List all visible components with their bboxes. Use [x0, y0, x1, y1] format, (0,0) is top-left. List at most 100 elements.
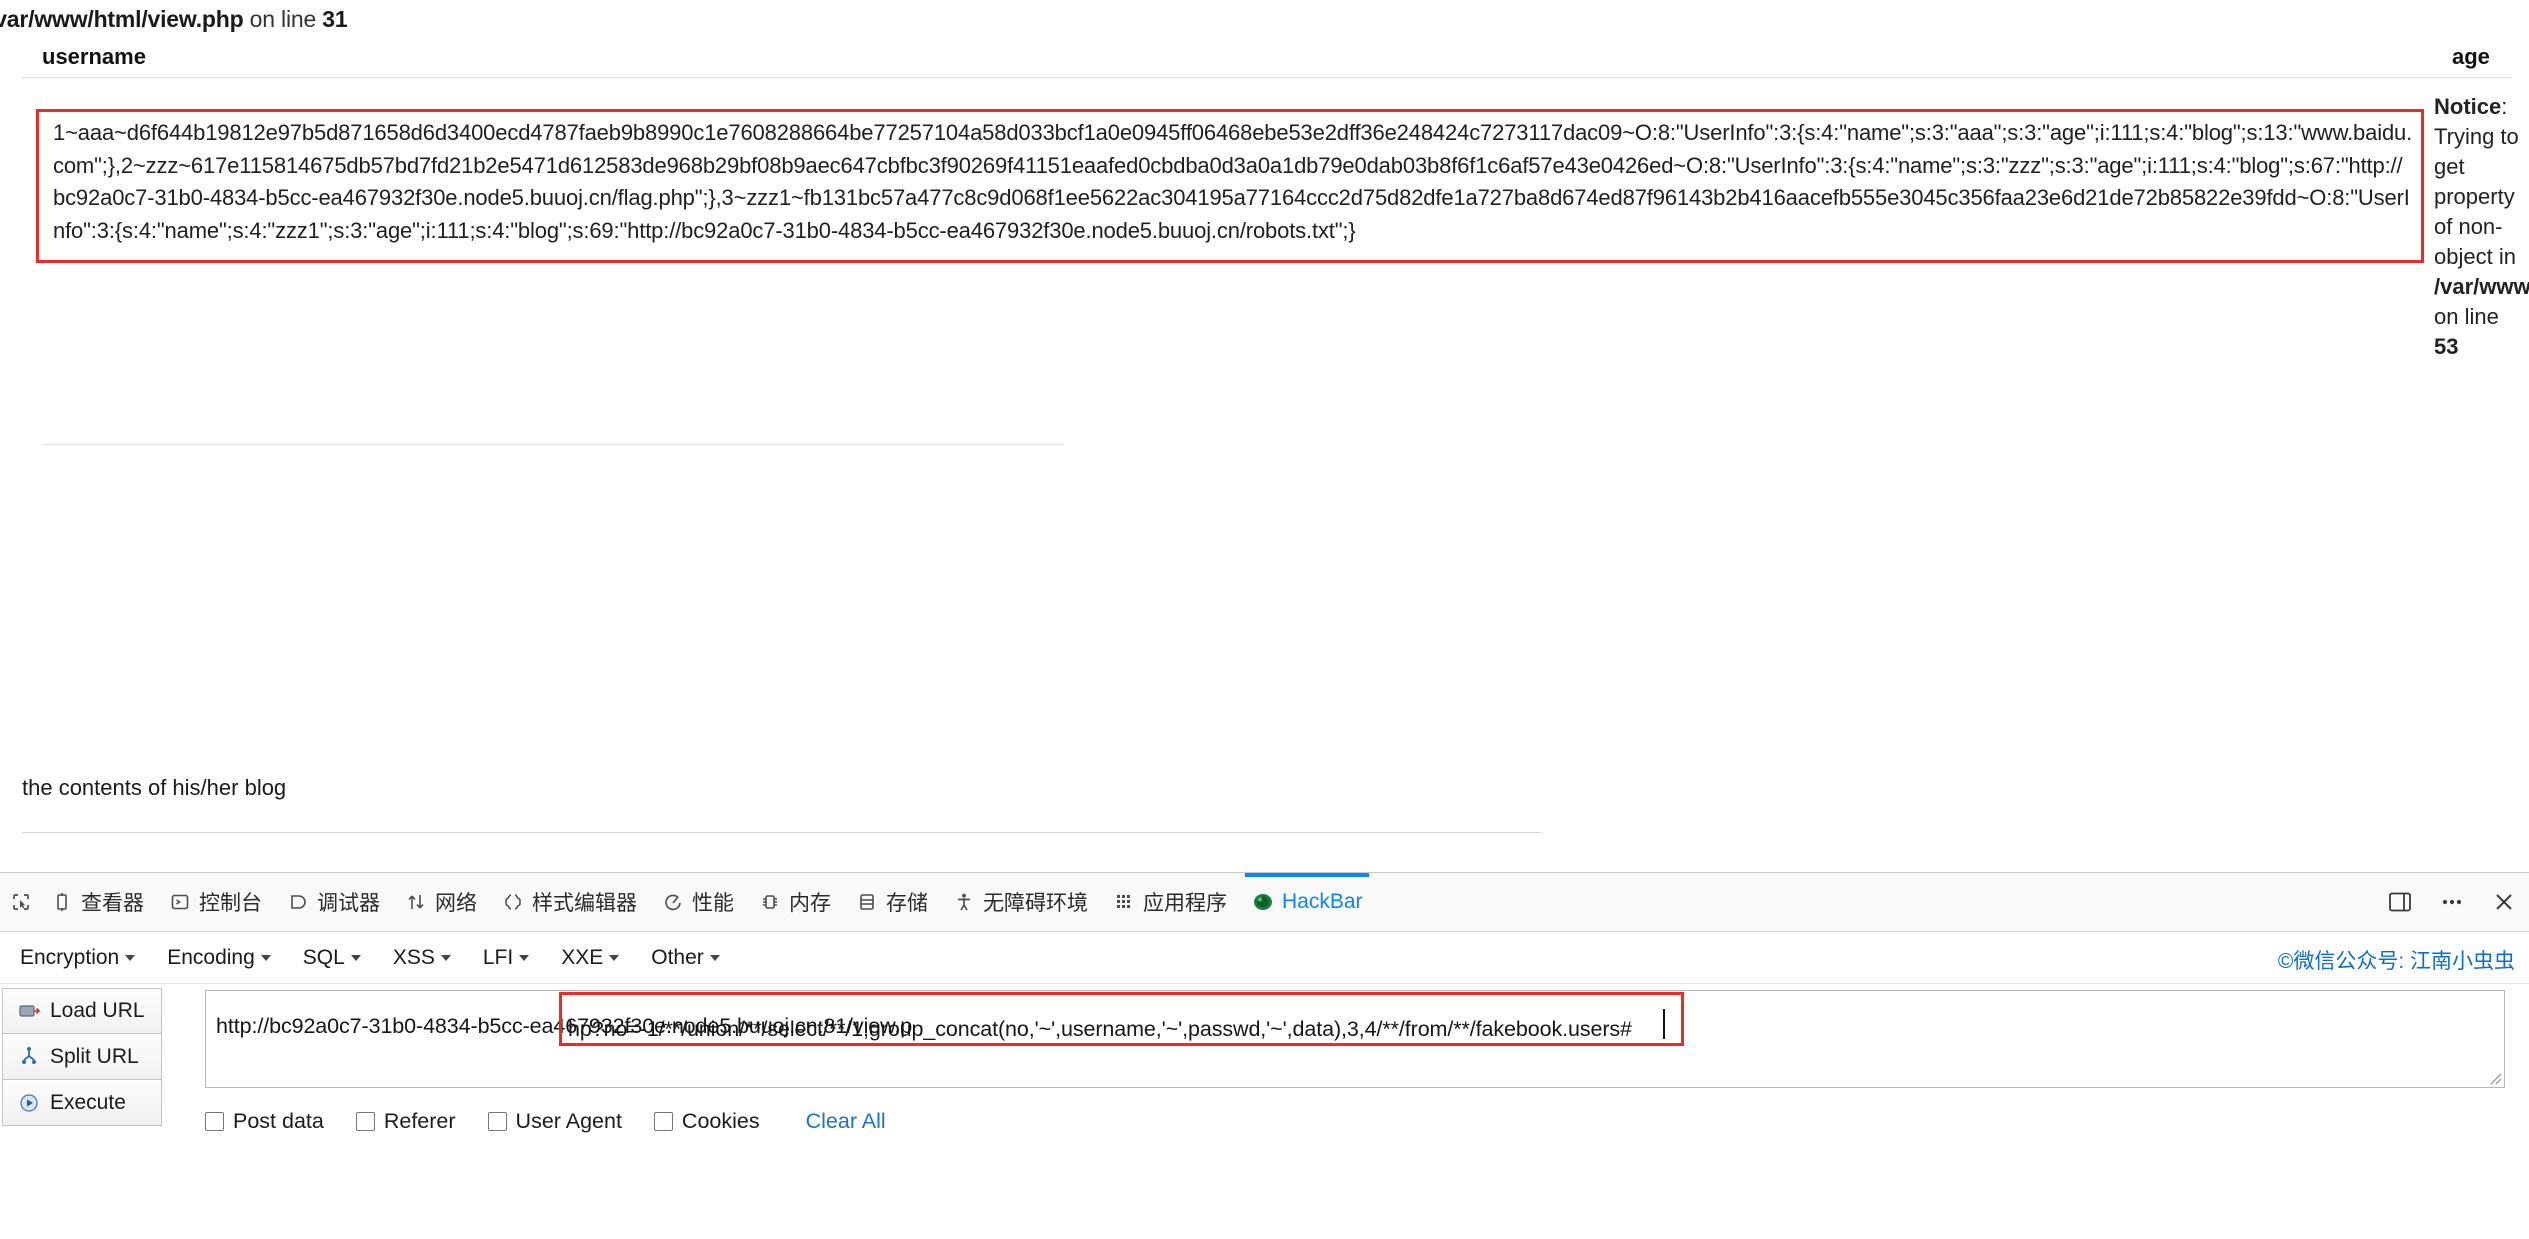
split-console-icon[interactable]	[2385, 887, 2415, 917]
menu-lfi-label: LFI	[482, 945, 514, 969]
option-user-agent-label: User Agent	[515, 1109, 622, 1133]
option-cookies-label: Cookies	[681, 1109, 760, 1133]
element-picker-icon[interactable]	[4, 873, 38, 931]
menu-sql[interactable]: SQL	[287, 946, 377, 970]
option-referer[interactable]: Referer	[355, 1109, 456, 1134]
chevron-down-icon	[440, 954, 451, 961]
resize-handle-icon[interactable]	[2486, 1069, 2502, 1085]
chevron-down-icon	[709, 954, 720, 961]
hackbar-menu-row: Encryption Encoding SQL XSS LFI XXE Othe…	[0, 932, 2529, 984]
url-payload-text: hp?no=-1/**/union/**/select/**/1,group_c…	[568, 1017, 1632, 1041]
tab-hackbar[interactable]: HackBar	[1239, 873, 1375, 931]
load-url-icon	[17, 999, 41, 1023]
post-data-checkbox[interactable]	[205, 1112, 224, 1131]
blog-contents-caption: the contents of his/her blog	[22, 775, 287, 800]
application-icon	[1112, 890, 1136, 914]
tab-console[interactable]: 控制台	[156, 873, 274, 931]
results-table: username age 1~aaa~d6f644b19812e97b5d871…	[22, 38, 2512, 445]
menu-xss[interactable]: XSS	[377, 946, 467, 970]
option-post-data-label: Post data	[233, 1109, 324, 1133]
chevron-down-icon	[609, 954, 620, 961]
debugger-icon	[286, 890, 310, 914]
browser-page-content: /var/www/html/view.php on line 31 userna…	[0, 0, 2529, 872]
blog-caption-divider	[22, 832, 1542, 833]
menu-lfi[interactable]: LFI	[467, 946, 545, 970]
tab-application[interactable]: 应用程序	[1100, 873, 1239, 931]
tab-accessibility-label: 无障碍环境	[983, 892, 1088, 915]
devtools-toolbar-actions	[2385, 873, 2519, 931]
tab-console-label: 控制台	[199, 892, 262, 915]
table-row-divider	[44, 444, 1064, 445]
option-post-data[interactable]: Post data	[205, 1109, 324, 1134]
chevron-down-icon	[125, 954, 136, 961]
url-payload-highlight: hp?no=-1/**/union/**/select/**/1,group_c…	[559, 992, 1684, 1046]
menu-xss-label: XSS	[392, 945, 435, 969]
split-url-button[interactable]: Split URL	[2, 1034, 162, 1080]
tab-memory[interactable]: 内存	[746, 873, 843, 931]
option-referer-label: Referer	[383, 1109, 456, 1133]
tab-network-label: 网络	[435, 892, 477, 915]
storage-icon	[855, 890, 879, 914]
url-textarea[interactable]: http://bc92a0c7-31b0-4834-b5cc-ea467932f…	[205, 990, 2505, 1088]
referer-checkbox[interactable]	[355, 1112, 375, 1131]
close-icon[interactable]	[2489, 887, 2519, 917]
tab-inspector-label: 查看器	[81, 892, 144, 915]
notice-colon: :	[2501, 94, 2508, 119]
tab-network[interactable]: 网络	[392, 873, 489, 931]
hackbar-icon	[1251, 890, 1275, 914]
memory-icon	[758, 890, 782, 914]
load-url-button[interactable]: Load URL	[2, 988, 162, 1034]
menu-encoding-label: Encoding	[167, 945, 255, 969]
menu-encryption-label: Encryption	[20, 945, 120, 969]
notice-online-text: on line	[2434, 304, 2499, 329]
menu-sql-label: SQL	[302, 945, 345, 969]
meatball-menu-icon[interactable]	[2437, 887, 2467, 917]
hackbar-body: Load URL Split URL Execute http://bc92a0…	[0, 984, 2529, 1239]
split-url-label: Split URL	[50, 1044, 139, 1068]
menu-other-label: Other	[651, 945, 704, 969]
execute-label: Execute	[50, 1090, 126, 1114]
tab-style-editor[interactable]: 样式编辑器	[489, 873, 649, 931]
tab-inspector[interactable]: 查看器	[38, 873, 156, 931]
tab-performance[interactable]: 性能	[649, 873, 746, 931]
serialized-payload-cell-highlight: 1~aaa~d6f644b19812e97b5d871658d6d3400ecd…	[36, 109, 2424, 263]
tab-storage[interactable]: 存储	[843, 873, 940, 931]
option-cookies[interactable]: Cookies	[653, 1109, 760, 1134]
tab-accessibility[interactable]: 无障碍环境	[940, 873, 1100, 931]
menu-encoding[interactable]: Encoding	[151, 946, 287, 970]
execute-button[interactable]: Execute	[2, 1080, 162, 1126]
menu-xxe-label: XXE	[561, 945, 604, 969]
hackbar-option-row: Post data Referer User Agent Cookies Cle…	[205, 1109, 886, 1134]
tab-debugger[interactable]: 调试器	[274, 873, 392, 931]
php-error-line-number: 31	[322, 6, 348, 32]
tab-hackbar-label: HackBar	[1282, 890, 1363, 913]
notice-label: Notice	[2434, 94, 2502, 119]
clear-all-link[interactable]: Clear All	[806, 1109, 886, 1134]
tab-storage-label: 存储	[886, 892, 928, 915]
tab-performance-label: 性能	[692, 892, 734, 915]
hackbar-action-buttons: Load URL Split URL Execute	[2, 988, 162, 1126]
style-editor-icon	[501, 890, 525, 914]
tab-application-label: 应用程序	[1143, 892, 1227, 915]
cookies-checkbox[interactable]	[653, 1112, 673, 1131]
accessibility-icon	[952, 890, 976, 914]
user-agent-checkbox[interactable]	[487, 1112, 507, 1131]
tab-memory-label: 内存	[789, 892, 831, 915]
column-header-age: age	[2452, 44, 2490, 69]
devtools-panel: 查看器 控制台 调试器 网络 样式编辑器 性能 内存 存储 无障碍环境 应用程序…	[0, 872, 2529, 1239]
hackbar-credit: ©微信公众号: 江南小虫虫	[2277, 950, 2515, 973]
menu-encryption[interactable]: Encryption	[4, 946, 151, 970]
chevron-down-icon	[519, 954, 530, 961]
menu-xxe[interactable]: XXE	[545, 946, 635, 970]
notice-message: Trying to get property of non-object in	[2434, 124, 2519, 269]
notice-line-number: 53	[2434, 334, 2459, 359]
column-header-username: username	[42, 44, 146, 69]
serialized-payload-text: 1~aaa~d6f644b19812e97b5d871658d6d3400ecd…	[53, 120, 2413, 243]
menu-other[interactable]: Other	[635, 946, 736, 970]
option-user-agent[interactable]: User Agent	[487, 1109, 622, 1134]
chevron-down-icon	[260, 954, 271, 961]
split-url-icon	[17, 1045, 41, 1069]
tab-debugger-label: 调试器	[317, 892, 380, 915]
php-error-path: /var/www/html/view.php	[0, 6, 244, 32]
php-notice-column: Notice: Trying to get property of non-ob…	[2434, 92, 2529, 362]
